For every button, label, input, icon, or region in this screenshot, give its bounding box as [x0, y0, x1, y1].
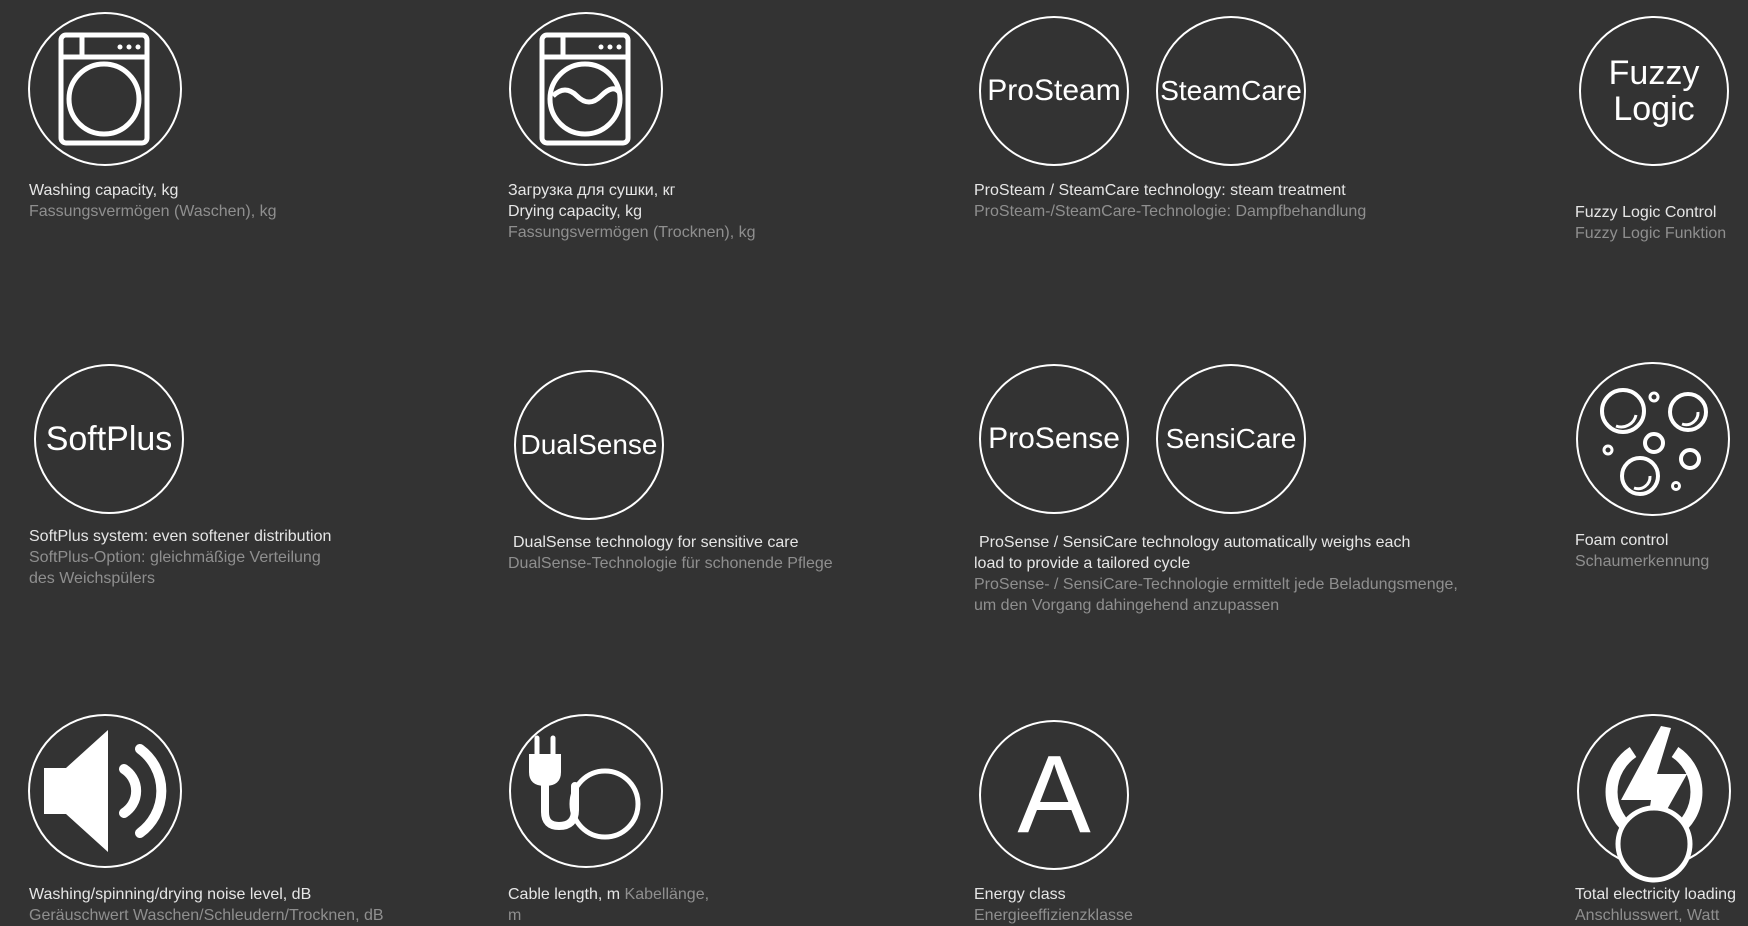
washer-dryer-icon [509, 12, 663, 166]
sensicare-badge: SensiCare [1156, 364, 1306, 514]
badge-label: A [1017, 733, 1091, 856]
caption-line: Fassungsvermögen (Waschen), kg [29, 203, 277, 220]
foam-bubbles-icon [1576, 362, 1730, 516]
caption-line: des Weichspülers [29, 570, 155, 587]
softplus-badge: SoftPlus [34, 364, 184, 514]
caption-line: Fuzzy Logic Funktion [1575, 225, 1727, 242]
caption-line: Washing capacity, kg [29, 182, 179, 199]
badge-label: SoftPlus [45, 419, 173, 458]
caption-line: Geräuschwert Waschen/Schleudern/Trocknen… [29, 907, 384, 924]
caption-line: ProSteam-/SteamCare-Technologie: Dampfbe… [974, 203, 1367, 220]
badge-label: SteamCare [1160, 75, 1302, 106]
caption-text: Kabellänge, [624, 886, 710, 903]
caption-line: Cable length, m Kabellänge, [508, 884, 709, 905]
caption-line: Foam control [1575, 532, 1669, 549]
caption-line: ProSense / SensiCare technology automati… [979, 534, 1411, 551]
badge-label: ProSense [988, 422, 1120, 455]
caption-line: Total electricity loading [1575, 886, 1736, 903]
caption-line: SoftPlus system: even softener distribut… [29, 528, 332, 545]
caption-line: DualSense-Technologie für schonende Pfle… [508, 555, 833, 572]
badge-label: SensiCare [1165, 423, 1297, 454]
caption-line: ProSense- / SensiCare-Technologie ermitt… [974, 576, 1458, 593]
badge-label: Fuzzy [1608, 54, 1700, 92]
caption-line: ProSteam / SteamCare technology: steam t… [974, 182, 1346, 199]
energy-class-badge: A [979, 720, 1129, 870]
steamcare-badge: SteamCare [1156, 16, 1306, 166]
speaker-icon [28, 714, 182, 868]
caption-line: m [508, 907, 522, 924]
caption-line: Fassungsvermögen (Trocknen), kg [508, 224, 756, 241]
fuzzy-logic-badge: Fuzzy Logic [1579, 16, 1729, 166]
caption-line: Energy class [974, 886, 1066, 903]
caption-line: SoftPlus-Option: gleichmäßige Verteilung [29, 549, 321, 566]
badge-label: ProSteam [987, 74, 1121, 107]
caption-line: Загрузка для сушки, кг [508, 182, 676, 199]
caption-line: load to provide a tailored cycle [974, 555, 1191, 572]
caption-line: DualSense technology for sensitive care [513, 534, 799, 551]
badge-label: Logic [1613, 90, 1695, 128]
prosense-badge: ProSense [979, 364, 1129, 514]
washing-machine-icon [28, 12, 182, 166]
dualsense-badge: DualSense [514, 370, 664, 520]
caption-line: Anschlusswert, Watt [1575, 907, 1720, 924]
caption-line: Schaumerkennung [1575, 553, 1710, 570]
caption-line: Washing/spinning/drying noise level, dB [29, 886, 312, 903]
lightning-icon [1577, 714, 1731, 883]
prosteam-badge: ProSteam [979, 16, 1129, 166]
caption-line: Fuzzy Logic Control [1575, 204, 1717, 221]
caption-text: Cable length, m [508, 886, 621, 903]
power-plug-icon [509, 714, 663, 868]
caption-line: Energieeffizienzklasse [974, 907, 1133, 924]
caption-line: Drying capacity, kg [508, 203, 642, 220]
caption-line: um den Vorgang dahingehend anzupassen [974, 597, 1280, 614]
badge-label: DualSense [520, 429, 658, 460]
